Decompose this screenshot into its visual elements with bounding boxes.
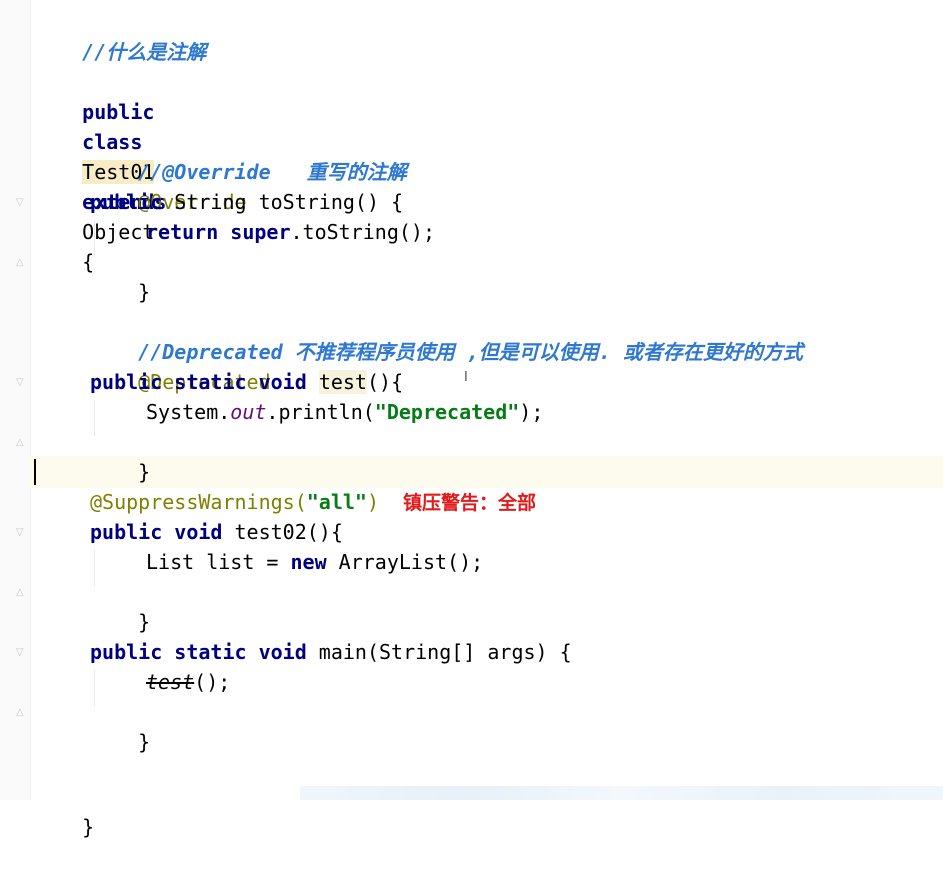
keyword-public: public [90, 370, 163, 394]
code-line-main-signature[interactable]: public static void main(String[] args) { [90, 637, 572, 667]
main-signature: main(String[] args) { [306, 640, 572, 664]
code-line-test02-body[interactable]: List list = new ArrayList(); [146, 547, 483, 577]
suppress-arg: "all" [306, 490, 367, 514]
system-ref: System. [146, 400, 231, 424]
keyword-super: super [230, 220, 291, 244]
fold-icon[interactable]: ▽ [16, 647, 26, 659]
class-close-brace: } [82, 815, 95, 839]
code-line-class-close[interactable]: } [34, 782, 94, 839]
keyword-return: return [146, 220, 219, 244]
keyword-void: void [258, 640, 307, 664]
text-cursor-icon: I [464, 370, 468, 385]
keyword-public: public [90, 190, 163, 214]
close-brace: } [138, 730, 151, 754]
comment-title: //什么是注解 [82, 40, 207, 64]
close-brace: } [138, 610, 151, 634]
suppress-note: 镇压警告：全部 [403, 492, 537, 514]
video-overlay-strip [300, 786, 943, 800]
code-editor[interactable]: ▽ △ ▽ △ ▽ △ ▽ △ //什么是注解 public class Tes… [0, 0, 943, 839]
code-line-close-brace[interactable]: } [90, 577, 150, 634]
deprecated-call: test [146, 670, 195, 694]
println-call: .println( [266, 400, 375, 424]
editor-gutter[interactable] [0, 0, 31, 800]
arraylist-ctor: ArrayList(); [326, 550, 484, 574]
keyword-public: public [90, 520, 163, 544]
fold-icon[interactable]: △ [16, 707, 26, 719]
code-line-test-signature[interactable]: public static void test(){ [90, 367, 403, 397]
fold-icon[interactable]: ▽ [16, 197, 26, 209]
keyword-public: public [90, 640, 163, 664]
code-line-close-brace[interactable]: } [90, 427, 150, 484]
code-line-deprecated-annotation[interactable]: @Deprecated [90, 337, 270, 394]
current-line-highlight [30, 456, 943, 488]
fold-icon[interactable]: △ [16, 257, 26, 269]
code-line-class-decl[interactable]: public class Test01 extends Object { [34, 67, 166, 274]
code-line-close-brace[interactable]: } [90, 247, 150, 304]
keyword-void: void [174, 520, 223, 544]
code-line-override-annotation[interactable]: @Override [90, 157, 246, 214]
text-caret [34, 459, 36, 485]
call-end: ); [519, 400, 544, 424]
keyword-new: new [290, 550, 327, 574]
keyword-public: public [82, 100, 155, 124]
keyword-static: static [174, 370, 247, 394]
fold-icon[interactable]: △ [16, 587, 26, 599]
list-decl: List list = [146, 550, 291, 574]
code-line-comment-title[interactable]: //什么是注解 [34, 7, 206, 64]
keyword-static: static [174, 640, 247, 664]
fold-icon[interactable]: △ [16, 437, 26, 449]
code-line-override-comment[interactable]: //@Override 重写的注解 [90, 127, 407, 184]
keyword-void: void [258, 370, 307, 394]
call-parens: (); [194, 670, 231, 694]
code-line-test-body[interactable]: System.out.println("Deprecated"); [146, 397, 543, 427]
code-line-tostring-body[interactable]: return super.toString(); [146, 217, 435, 247]
tostring-call: .toString(); [290, 220, 436, 244]
suppress-annotation: @SuppressWarnings( [90, 490, 307, 514]
test02-signature: test02(){ [222, 520, 343, 544]
code-line-deprecated-comment[interactable]: //Deprecated 不推荐程序员使用 ,但是可以使用. 或者存在更好的方式 [90, 307, 803, 364]
tostring-signature: String toString() { [162, 190, 404, 214]
code-line-main-body[interactable]: test(); [146, 667, 230, 697]
close-brace: } [138, 280, 151, 304]
fold-icon[interactable]: ▽ [16, 377, 26, 389]
out-field: out [230, 400, 267, 424]
close-brace: } [138, 460, 151, 484]
fold-icon[interactable]: ▽ [16, 527, 26, 539]
string-literal: "Deprecated" [374, 400, 520, 424]
test-params: (){ [366, 370, 404, 394]
code-line-suppress-annotation[interactable]: @SuppressWarnings("all") 镇压警告：全部 [90, 487, 536, 517]
suppress-close: ) [366, 490, 380, 514]
code-line-close-brace[interactable]: } [90, 697, 150, 754]
code-line-tostring-signature[interactable]: public String toString() { [90, 187, 403, 217]
method-name-test: test [318, 370, 367, 394]
code-line-test02-signature[interactable]: public void test02(){ [90, 517, 343, 547]
